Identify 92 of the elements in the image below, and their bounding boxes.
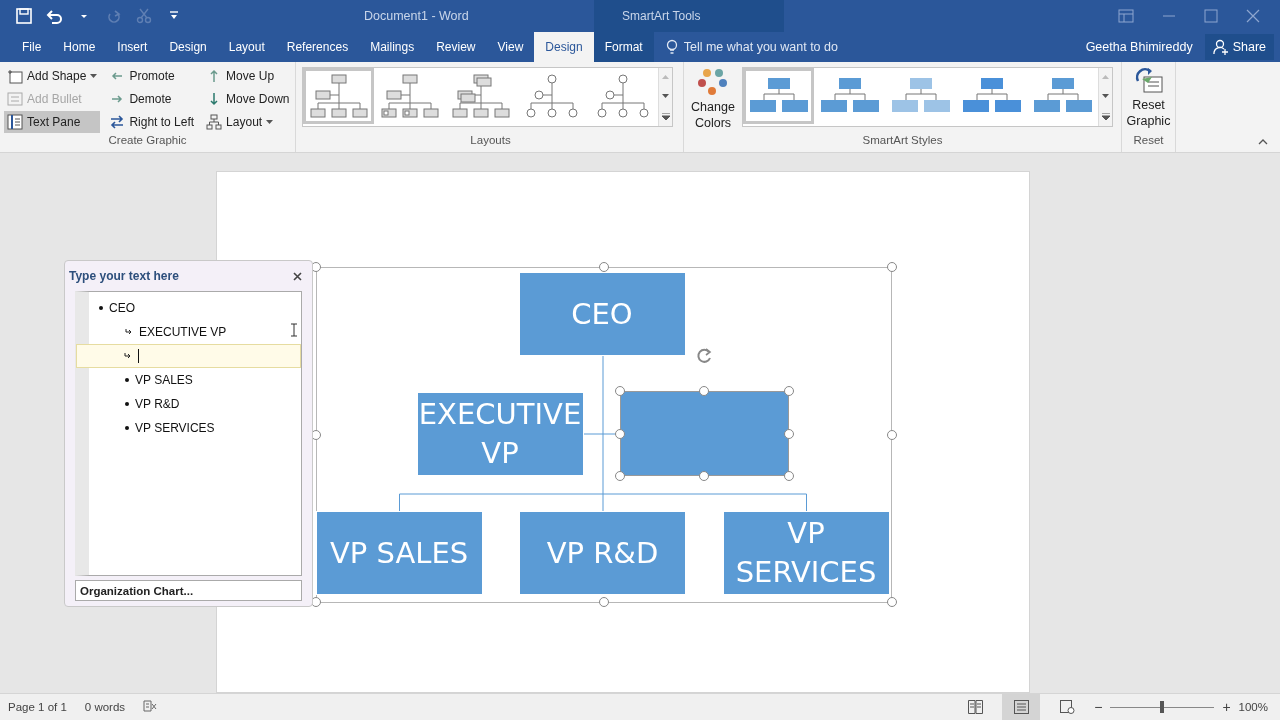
maximize-icon[interactable] — [1204, 9, 1218, 23]
org-chart-thumbnail-icon — [309, 73, 368, 119]
ribbon-tab[interactable]: Format — [593, 32, 654, 62]
ribbon-tab[interactable]: File — [0, 32, 53, 62]
scroll-down-icon[interactable] — [662, 94, 669, 100]
group-label: Reset — [1132, 134, 1165, 148]
group-label: Create Graphic — [107, 134, 188, 148]
resize-handle[interactable] — [886, 597, 897, 607]
zoom-level[interactable]: 100% — [1238, 701, 1268, 713]
ribbon-command[interactable]: Add Shape — [4, 65, 101, 87]
text-pane-entry[interactable]: CEO — [89, 296, 301, 320]
more-icon[interactable] — [1101, 112, 1110, 120]
text-cursor-icon — [290, 323, 298, 337]
style-option[interactable] — [743, 68, 814, 124]
ribbon-command[interactable]: Layout — [203, 111, 293, 133]
ribbon-tab[interactable]: Design — [534, 32, 594, 62]
ribbon-command[interactable]: Right to Left — [106, 111, 198, 133]
slider-thumb[interactable] — [1160, 701, 1165, 713]
rotate-handle-icon[interactable] — [695, 347, 713, 365]
collapse-ribbon-icon[interactable] — [1258, 139, 1268, 145]
resize-handle[interactable] — [614, 386, 625, 396]
swap-arrows-icon — [109, 114, 126, 130]
book-icon — [967, 700, 983, 714]
save-icon[interactable] — [16, 8, 32, 24]
text-pane-icon — [7, 114, 23, 130]
group-label: SmartArt Styles — [861, 134, 944, 148]
layout-option[interactable] — [303, 68, 374, 124]
person-icon — [1212, 39, 1229, 55]
ribbon-command[interactable]: Demote — [106, 88, 198, 110]
caret-icon[interactable] — [90, 73, 98, 79]
assistant-arrow-icon — [124, 353, 132, 359]
group-label: Layouts — [469, 134, 512, 148]
text-pane-entry[interactable]: VP SALES — [89, 368, 301, 392]
web-layout-icon — [1059, 700, 1075, 714]
lightbulb-icon — [665, 39, 678, 55]
caret-icon[interactable] — [266, 119, 274, 125]
assistant-arrow-icon — [125, 329, 133, 335]
scroll-up-icon[interactable] — [662, 75, 669, 81]
ribbon-tab[interactable]: Design — [158, 32, 218, 62]
search-field[interactable]: Tell me what you want to do — [683, 40, 944, 54]
text-pane-entry[interactable]: EXECUTIVE VP — [89, 320, 301, 344]
resize-handle[interactable] — [598, 262, 609, 272]
org-chart-thumbnail-icon — [451, 73, 510, 119]
resize-handle[interactable] — [699, 386, 709, 396]
ribbon-display-icon[interactable] — [1118, 9, 1134, 23]
ribbon-tab[interactable]: Mailings — [359, 32, 426, 62]
more-icon[interactable] — [661, 112, 670, 120]
word-count[interactable]: 0 words — [84, 701, 126, 713]
resize-handle[interactable] — [614, 428, 625, 439]
view-button[interactable] — [1002, 694, 1041, 720]
close-icon[interactable] — [293, 272, 302, 281]
add-bullet-icon — [7, 91, 23, 107]
ribbon-tab[interactable]: References — [275, 32, 360, 62]
window-title: Document1 - Word — [364, 9, 470, 23]
ribbon-tab[interactable]: Insert — [106, 32, 159, 62]
resize-handle[interactable] — [783, 471, 794, 481]
resize-handle[interactable] — [614, 471, 625, 481]
share-button[interactable]: Share — [1204, 34, 1274, 60]
resize-handle[interactable] — [886, 262, 897, 272]
add-shape-icon — [7, 68, 23, 84]
proofing-icon[interactable] — [143, 699, 158, 713]
zoom-out-button[interactable]: − — [1094, 699, 1103, 715]
zoom-in-button[interactable]: + — [1222, 699, 1231, 715]
contextual-tab-group: SmartArt Tools — [594, 0, 784, 32]
pane-title: Type your text here — [69, 269, 179, 283]
ribbon-tab[interactable]: Layout — [217, 32, 276, 62]
resize-handle[interactable] — [783, 428, 794, 439]
resize-handle[interactable] — [699, 471, 709, 481]
text-pane-entry[interactable]: VP SERVICES — [89, 416, 301, 440]
ribbon-command[interactable]: Move Up — [203, 65, 293, 87]
ribbon-tab[interactable]: Home — [52, 32, 107, 62]
org-chart-thumbnail-icon — [380, 73, 439, 119]
ribbon-command[interactable]: Promote — [106, 65, 198, 87]
ribbon-command[interactable]: Move Down — [203, 88, 293, 110]
reset-graphic-button[interactable]: Reset Graphic — [1126, 65, 1171, 131]
ribbon-tab[interactable]: View — [486, 32, 535, 62]
layout-link[interactable]: Organization Chart... — [75, 580, 302, 601]
ribbon-tab[interactable]: Review — [425, 32, 487, 62]
text-pane-entry[interactable]: VP R&D — [89, 392, 301, 416]
change-colors-button[interactable]: Change Colors — [688, 65, 738, 133]
user-name: Geetha Bhimireddy — [1085, 39, 1194, 56]
smartart-frame[interactable] — [315, 267, 892, 603]
page-count[interactable]: Page 1 of 1 — [8, 701, 67, 713]
undo-icon[interactable] — [46, 8, 62, 24]
resize-handle[interactable] — [886, 429, 897, 440]
page-layout-icon — [1013, 700, 1029, 714]
ribbon-command[interactable]: Text Pane — [4, 111, 101, 133]
resize-handle[interactable] — [598, 597, 609, 607]
resize-handle[interactable] — [783, 386, 794, 396]
org-chart-icon — [206, 114, 223, 130]
scroll-up-icon[interactable] — [1102, 75, 1109, 81]
scroll-down-icon[interactable] — [1102, 94, 1109, 100]
